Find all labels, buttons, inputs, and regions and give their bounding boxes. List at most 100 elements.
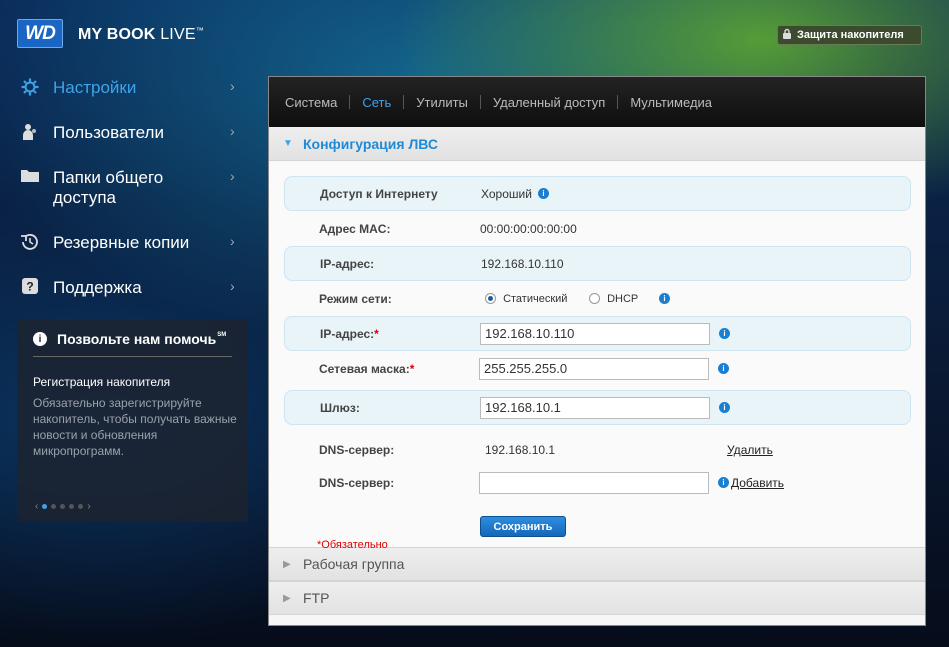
lock-icon (782, 28, 792, 43)
pager-dot[interactable] (42, 504, 48, 509)
gateway-label: Шлюз: (320, 400, 360, 415)
folder-icon (20, 168, 40, 187)
network-mode-row: Режим сети: Статический DHCP i (284, 281, 911, 316)
tab-system[interactable]: Система (285, 95, 349, 110)
svg-text:?: ? (26, 280, 33, 294)
mode-dhcp-label: DHCP (607, 292, 639, 305)
info-icon[interactable]: i (718, 477, 729, 488)
radio-static[interactable] (485, 293, 496, 305)
mode-static-option[interactable]: Статический (485, 293, 567, 305)
mac-row: Адрес MAC: 00:00:00:00:00:00 (284, 211, 911, 246)
info-icon[interactable]: i (659, 293, 670, 304)
dns-server-field[interactable] (479, 471, 709, 494)
required-note: *Обязательно (317, 539, 388, 551)
section-ftp[interactable]: ▶ FTP (269, 581, 925, 615)
help-text: Обязательно зарегистрируйте накопитель, … (33, 396, 237, 458)
tab-multimedia[interactable]: Мультимедиа (630, 95, 724, 110)
save-button[interactable]: Сохранить (480, 516, 566, 537)
product-tm: ™ (195, 26, 204, 35)
section-lan-config[interactable]: ▼ Конфигурация ЛВС (269, 127, 925, 161)
radio-dhcp[interactable] (589, 293, 600, 305)
dns1-row: DNS-сервер: 192.168.10.1 Удалить (284, 432, 911, 467)
internet-access-label: Доступ к Интернету (320, 186, 438, 201)
chevron-down-icon: ▼ (283, 138, 293, 149)
sidebar-item-label: Настройки (53, 78, 137, 97)
info-icon: i (33, 332, 47, 346)
ip-input-row: IP-адрес:* i (284, 316, 911, 351)
ip-value: 192.168.10.110 (481, 256, 564, 271)
backup-icon (20, 233, 40, 256)
netmask-label: Сетевая маска:* (319, 361, 415, 376)
help-subtitle: Регистрация накопителя (33, 375, 171, 389)
gateway-row: Шлюз: i (284, 390, 911, 425)
pager-prev-icon[interactable]: ‹ (35, 501, 38, 512)
product-name: MY BOOK LIVE™ (78, 26, 204, 44)
info-icon[interactable]: i (719, 402, 730, 413)
mac-label: Адрес MAC: (319, 221, 391, 236)
sidebar-item-label: Пользователи (53, 123, 164, 142)
pager-dot[interactable] (78, 504, 84, 509)
section-title: FTP (303, 590, 330, 606)
pager-dot[interactable] (69, 504, 75, 509)
help-title-mark: SM (217, 332, 227, 338)
dns1-label: DNS-сервер: (319, 442, 395, 457)
lock-drive-button[interactable]: Защита накопителя (777, 25, 922, 45)
tab-divider (349, 95, 351, 109)
pager-dot[interactable] (51, 504, 57, 509)
chevron-right-icon: ▶ (283, 592, 291, 604)
tab-network[interactable]: Сеть (362, 95, 403, 110)
info-icon[interactable]: i (719, 328, 730, 339)
internet-access-row: Доступ к Интернету Хороший i (284, 176, 911, 211)
product-sub: LIVE (155, 26, 196, 43)
dns2-row: DNS-сервер: i Добавить (284, 465, 911, 500)
product-brand: MY BOOK (78, 26, 156, 43)
lan-form: Доступ к Интернету Хороший i Адрес MAC: … (269, 161, 925, 551)
tab-divider (617, 95, 619, 109)
chevron-right-icon: › (230, 168, 235, 184)
ip-row: IP-адрес: 192.168.10.110 (284, 246, 911, 281)
info-icon[interactable]: i (718, 363, 729, 374)
help-pager: ‹ › (35, 501, 91, 512)
pager-dot[interactable] (60, 504, 66, 509)
help-title-text: Позвольте нам помочь (57, 331, 217, 347)
gateway-field[interactable] (480, 396, 710, 419)
ip-label: IP-адрес: (320, 256, 375, 271)
tab-divider (403, 95, 405, 109)
ip-address-field[interactable] (480, 322, 710, 345)
chevron-right-icon: › (230, 78, 235, 94)
section-workgroup[interactable]: ▶ Рабочая группа (269, 547, 925, 581)
pager-next-icon[interactable]: › (87, 501, 90, 512)
settings-tabs: Система Сеть Утилиты Удаленный доступ Му… (269, 77, 925, 127)
sidebar-item-label: Папки общего доступа (53, 168, 164, 207)
wd-logo: WD (17, 19, 63, 48)
tab-utilities[interactable]: Утилиты (416, 95, 480, 110)
help-panel: i Позвольте нам помочь SM Регистрация нак… (17, 320, 248, 522)
network-mode-label: Режим сети: (319, 291, 392, 306)
internet-access-value: Хороший (481, 186, 532, 201)
tab-remote-access[interactable]: Удаленный доступ (493, 95, 617, 110)
sidebar-item-label: Резервные копии (53, 233, 190, 252)
tab-divider (479, 95, 481, 109)
info-icon[interactable]: i (538, 188, 549, 199)
user-icon (20, 123, 40, 146)
help-title: i Позвольте нам помочь SM (33, 331, 232, 357)
ip-input-label: IP-адрес:* (320, 326, 379, 341)
chevron-right-icon: › (230, 278, 235, 294)
dns-add-link[interactable]: Добавить (731, 476, 784, 490)
main-panel: Система Сеть Утилиты Удаленный доступ Му… (268, 76, 926, 626)
gear-icon (20, 78, 40, 101)
section-title: Рабочая группа (303, 556, 405, 572)
chevron-right-icon: › (230, 123, 235, 139)
mode-dhcp-option[interactable]: DHCP (589, 293, 638, 305)
dns-remove-link[interactable]: Удалить (727, 443, 773, 457)
mode-static-label: Статический (503, 292, 568, 305)
dns1-value: 192.168.10.1 (485, 442, 556, 457)
chevron-right-icon: › (230, 233, 235, 249)
section-title: Конфигурация ЛВС (303, 135, 438, 152)
netmask-field[interactable] (479, 357, 709, 380)
netmask-row: Сетевая маска:* i (284, 351, 911, 386)
mac-value: 00:00:00:00:00:00 (480, 221, 577, 236)
lock-drive-label: Защита накопителя (797, 29, 904, 41)
sidebar-item-label: Поддержка (53, 278, 142, 297)
chevron-right-icon: ▶ (283, 558, 291, 570)
